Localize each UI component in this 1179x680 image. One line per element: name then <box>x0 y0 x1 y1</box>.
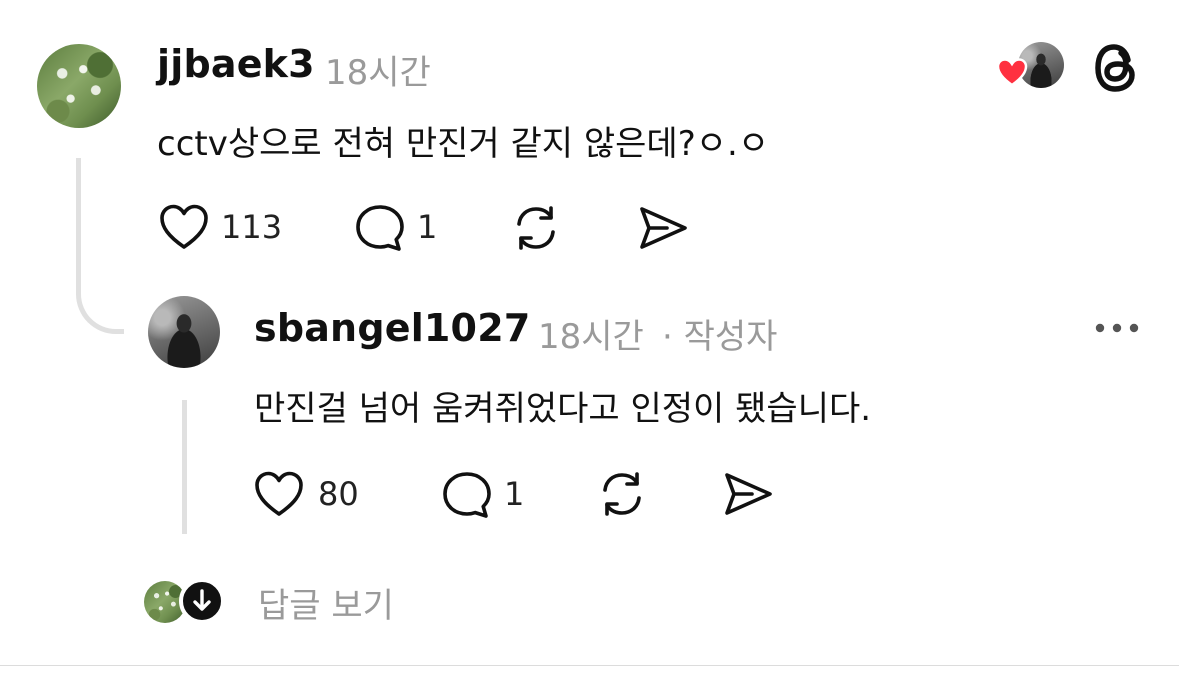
share-icon[interactable] <box>636 204 690 252</box>
heart-icon[interactable] <box>158 203 210 251</box>
view-replies-label: 답글 보기 <box>258 586 394 626</box>
avatar-sbangel1027[interactable] <box>148 296 220 368</box>
comment-icon[interactable] <box>441 470 493 520</box>
post-reply-count: 1 <box>417 208 438 246</box>
thread-line-curve <box>76 268 124 334</box>
comment-icon[interactable] <box>354 203 406 253</box>
repost-icon[interactable] <box>596 468 648 520</box>
post-text: cctv상으로 전혀 만진거 같지 않은데?ㅇ.ㅇ <box>157 124 770 164</box>
view-replies-button[interactable]: 답글 보기 <box>144 576 444 628</box>
divider <box>0 665 1179 666</box>
reply-like-count: 80 <box>318 475 359 513</box>
reply-reply-count: 1 <box>504 475 525 513</box>
reply-text: 만진걸 넘어 움켜쥐었다고 인정이 됐습니다. <box>254 389 872 429</box>
share-icon[interactable] <box>721 470 775 518</box>
reply-thread-line <box>182 400 187 534</box>
liked-by-indicator[interactable] <box>996 42 1066 90</box>
author-tag: · 작성자 <box>662 317 778 357</box>
avatar-jjbaek3[interactable] <box>37 44 121 128</box>
post-timestamp: 18시간 <box>325 53 431 93</box>
threads-logo-icon[interactable] <box>1092 42 1140 94</box>
more-icon[interactable] <box>1094 322 1140 334</box>
reply-username[interactable]: sbangel1027 <box>254 306 530 350</box>
arrow-down-icon <box>178 577 226 625</box>
heart-icon[interactable] <box>253 470 305 518</box>
repost-icon[interactable] <box>510 202 562 254</box>
post-username[interactable]: jjbaek3 <box>157 42 315 86</box>
post-like-count: 113 <box>221 208 283 246</box>
reply-timestamp: 18시간 <box>538 317 644 357</box>
heart-filled-icon <box>996 57 1028 87</box>
